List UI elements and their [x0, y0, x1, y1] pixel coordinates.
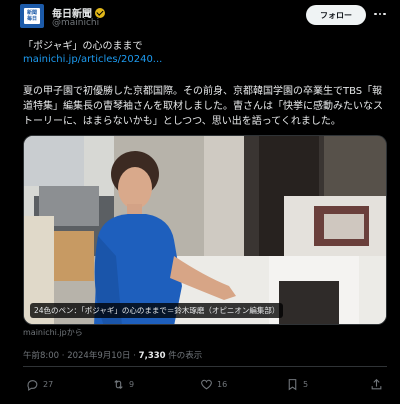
photo	[24, 136, 386, 324]
post-body: 夏の甲子園で初優勝した京都国際。その前身、京都韓国学園の卒業生でTBS「報道特集…	[23, 86, 383, 127]
reply-icon	[27, 379, 38, 391]
avatar-line-2: 毎日	[26, 16, 37, 22]
meta-separator: ·	[59, 351, 68, 361]
article-card-image[interactable]: 24色のペン：「ポジャギ」の心のままで＝鈴木琢磨（オピニオン編集部）	[23, 135, 387, 325]
post-header: 新聞 毎日 毎日新聞 @mainichi フォロー	[20, 4, 386, 32]
repost-icon	[114, 379, 123, 389]
reply-button[interactable]: 27	[26, 374, 53, 394]
post-date[interactable]: 2024年9月10日	[67, 351, 130, 361]
avatar-logo: 新聞 毎日	[24, 8, 40, 24]
account-handle[interactable]: @mainichi	[52, 18, 99, 28]
verified-badge-icon[interactable]	[95, 7, 105, 18]
like-button[interactable]: 16	[200, 374, 227, 394]
share-button[interactable]	[370, 374, 383, 394]
heart-icon	[201, 379, 212, 389]
link-source[interactable]: mainichi.jpから	[23, 327, 83, 338]
share-icon	[371, 378, 382, 389]
post-meta: 午前8:00 · 2024年9月10日 · 7,330 件の表示	[23, 349, 202, 361]
action-bar: 27 9 16 5	[20, 374, 388, 394]
post: 新聞 毎日 毎日新聞 @mainichi フォロー 「ポジャギ」の心のままで m…	[0, 0, 400, 404]
like-count: 16	[217, 379, 228, 389]
reply-count: 27	[43, 379, 54, 389]
meta-separator: ·	[130, 351, 139, 361]
follow-button[interactable]: フォロー	[306, 5, 366, 25]
post-headline: 「ポジャギ」の心のままで	[23, 41, 143, 52]
avatar[interactable]: 新聞 毎日	[20, 4, 44, 28]
post-time[interactable]: 午前8:00	[23, 351, 59, 361]
repost-button[interactable]: 9	[112, 374, 134, 394]
repost-count: 9	[129, 379, 135, 389]
more-options-icon[interactable]	[372, 7, 388, 21]
article-link[interactable]: mainichi.jp/articles/20240...	[23, 54, 162, 65]
image-caption: 24色のペン：「ポジャギ」の心のままで＝鈴木琢磨（オピニオン編集部）	[30, 303, 284, 318]
view-count: 7,330	[138, 351, 166, 361]
divider	[23, 366, 387, 367]
bookmark-button[interactable]: 5	[286, 374, 308, 394]
view-label: 件の表示	[168, 351, 203, 361]
bookmark-icon	[288, 378, 297, 390]
bookmark-count: 5	[303, 379, 309, 389]
